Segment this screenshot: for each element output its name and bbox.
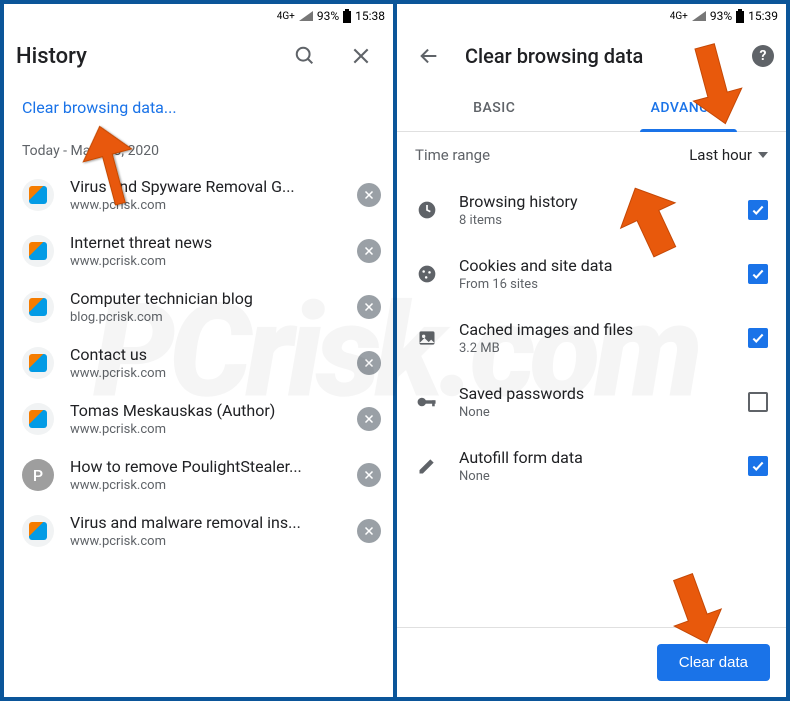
history-title: How to remove PoulightStealer... bbox=[70, 457, 341, 476]
history-url: www.pcrisk.com bbox=[70, 422, 341, 437]
checkbox[interactable] bbox=[748, 200, 768, 220]
option-title: Cached images and files bbox=[459, 320, 728, 339]
footer: Clear data bbox=[397, 627, 786, 697]
history-title: Internet threat news bbox=[70, 233, 341, 252]
battery-icon bbox=[736, 9, 744, 23]
clear-option[interactable]: Saved passwords None bbox=[397, 370, 786, 434]
time-range-value: Last hour bbox=[689, 146, 752, 164]
history-item[interactable]: Internet threat news www.pcrisk.com bbox=[4, 223, 393, 279]
tab-advanced[interactable]: ADVANCED bbox=[592, 84, 787, 131]
clock: 15:38 bbox=[355, 9, 385, 23]
page-title: History bbox=[16, 44, 269, 69]
battery-icon bbox=[343, 9, 351, 23]
battery-pct: 93% bbox=[710, 9, 732, 23]
signal-icon bbox=[692, 11, 706, 21]
favicon bbox=[22, 291, 54, 323]
clear-option[interactable]: Cookies and site data From 16 sites bbox=[397, 242, 786, 306]
status-bar: 4G+ 93% 15:39 bbox=[397, 4, 786, 28]
option-sub: 8 items bbox=[459, 213, 728, 228]
history-url: www.pcrisk.com bbox=[70, 198, 341, 213]
favicon bbox=[22, 179, 54, 211]
history-title: Contact us bbox=[70, 345, 341, 364]
back-icon[interactable] bbox=[409, 36, 449, 76]
history-item[interactable]: Virus and malware removal ins... www.pcri… bbox=[4, 503, 393, 559]
checkbox[interactable] bbox=[748, 328, 768, 348]
time-range-selector[interactable]: Time range Last hour bbox=[397, 132, 786, 178]
history-title: Computer technician blog bbox=[70, 289, 341, 308]
clock-icon bbox=[415, 200, 439, 220]
close-icon[interactable] bbox=[341, 36, 381, 76]
delete-icon[interactable] bbox=[357, 519, 381, 543]
history-title: Virus and malware removal ins... bbox=[70, 513, 341, 532]
page-title: Clear browsing data bbox=[465, 44, 736, 68]
network-indicator: 4G+ bbox=[670, 11, 688, 22]
battery-pct: 93% bbox=[317, 9, 339, 23]
tabs: BASIC ADVANCED bbox=[397, 84, 786, 132]
chevron-down-icon bbox=[758, 152, 768, 158]
history-url: www.pcrisk.com bbox=[70, 254, 341, 269]
history-list: Virus and Spyware Removal G... www.pcrisk… bbox=[4, 167, 393, 559]
network-indicator: 4G+ bbox=[277, 11, 295, 22]
favicon bbox=[22, 235, 54, 267]
option-title: Cookies and site data bbox=[459, 256, 728, 275]
history-item[interactable]: Computer technician blog blog.pcrisk.com bbox=[4, 279, 393, 335]
delete-icon[interactable] bbox=[357, 239, 381, 263]
history-url: www.pcrisk.com bbox=[70, 366, 341, 381]
option-sub: None bbox=[459, 405, 728, 420]
delete-icon[interactable] bbox=[357, 351, 381, 375]
signal-icon bbox=[299, 11, 313, 21]
checkbox[interactable] bbox=[748, 264, 768, 284]
option-title: Browsing history bbox=[459, 192, 728, 211]
history-screen: 4G+ 93% 15:38 History Clear browsing dat… bbox=[4, 4, 393, 697]
status-bar: 4G+ 93% 15:38 bbox=[4, 4, 393, 28]
history-item[interactable]: Virus and Spyware Removal G... www.pcrisk… bbox=[4, 167, 393, 223]
delete-icon[interactable] bbox=[357, 407, 381, 431]
history-item[interactable]: P How to remove PoulightStealer... www.pcr… bbox=[4, 447, 393, 503]
clear-option[interactable]: Browsing history 8 items bbox=[397, 178, 786, 242]
delete-icon[interactable] bbox=[357, 183, 381, 207]
app-bar: History bbox=[4, 28, 393, 84]
time-range-label: Time range bbox=[415, 146, 490, 164]
search-icon[interactable] bbox=[285, 36, 325, 76]
clear-browsing-data-link[interactable]: Clear browsing data... bbox=[4, 84, 393, 131]
cookie-icon bbox=[415, 264, 439, 284]
image-icon bbox=[415, 328, 439, 348]
key-icon bbox=[415, 396, 439, 408]
favicon bbox=[22, 403, 54, 435]
history-title: Tomas Meskauskas (Author) bbox=[70, 401, 341, 420]
clear-option[interactable]: Cached images and files 3.2 MB bbox=[397, 306, 786, 370]
date-header: Today - March 3, 2020 bbox=[4, 131, 393, 167]
favicon bbox=[22, 347, 54, 379]
options-list: Browsing history 8 items Cookies and sit… bbox=[397, 178, 786, 498]
history-url: blog.pcrisk.com bbox=[70, 310, 341, 325]
clear-data-screen: 4G+ 93% 15:39 Clear browsing data ? BASI… bbox=[397, 4, 786, 697]
favicon: P bbox=[22, 459, 54, 491]
clear-option[interactable]: Autofill form data None bbox=[397, 434, 786, 498]
pencil-icon bbox=[415, 456, 439, 476]
option-title: Autofill form data bbox=[459, 448, 728, 467]
clock: 15:39 bbox=[748, 9, 778, 23]
app-bar: Clear browsing data ? bbox=[397, 28, 786, 84]
delete-icon[interactable] bbox=[357, 295, 381, 319]
checkbox[interactable] bbox=[748, 392, 768, 412]
history-url: www.pcrisk.com bbox=[70, 478, 341, 493]
option-sub: 3.2 MB bbox=[459, 341, 728, 356]
option-sub: None bbox=[459, 469, 728, 484]
option-sub: From 16 sites bbox=[459, 277, 728, 292]
delete-icon[interactable] bbox=[357, 463, 381, 487]
favicon bbox=[22, 515, 54, 547]
tab-basic[interactable]: BASIC bbox=[397, 84, 592, 131]
option-title: Saved passwords bbox=[459, 384, 728, 403]
help-icon[interactable]: ? bbox=[752, 45, 774, 67]
clear-data-button[interactable]: Clear data bbox=[657, 644, 770, 681]
checkbox[interactable] bbox=[748, 456, 768, 476]
history-item[interactable]: Tomas Meskauskas (Author) www.pcrisk.com bbox=[4, 391, 393, 447]
history-title: Virus and Spyware Removal G... bbox=[70, 177, 341, 196]
history-item[interactable]: Contact us www.pcrisk.com bbox=[4, 335, 393, 391]
history-url: www.pcrisk.com bbox=[70, 534, 341, 549]
